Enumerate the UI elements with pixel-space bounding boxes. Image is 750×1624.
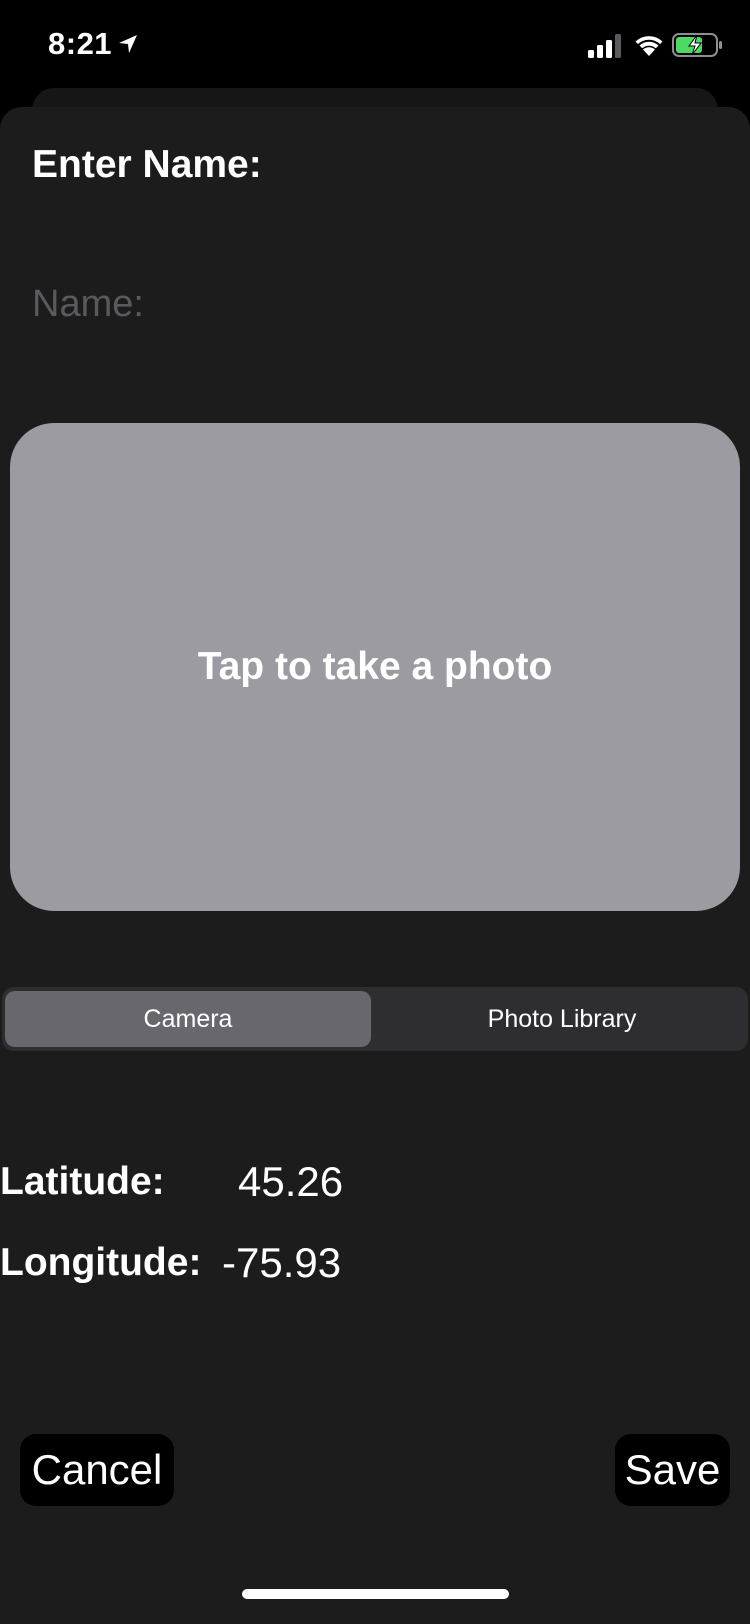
modal-sheet: Enter Name: Tap to take a photo Camera P…	[0, 107, 750, 1624]
longitude-label: Longitude:	[0, 1241, 202, 1284]
photo-source-segmented-control: Camera Photo Library	[2, 987, 748, 1051]
name-input[interactable]	[32, 277, 722, 331]
segment-photo-library[interactable]: Photo Library	[379, 991, 745, 1047]
photo-capture-area[interactable]: Tap to take a photo	[10, 423, 740, 911]
wifi-icon	[635, 36, 663, 56]
longitude-value: -75.93	[222, 1239, 342, 1286]
segment-camera[interactable]: Camera	[5, 991, 371, 1047]
location-arrow-icon	[119, 35, 137, 53]
status-bar: 8:21	[0, 0, 750, 88]
cancel-button[interactable]: Cancel	[20, 1434, 174, 1506]
enter-name-title: Enter Name:	[32, 143, 262, 186]
battery-charging-icon	[672, 33, 722, 57]
home-indicator[interactable]	[242, 1589, 509, 1599]
status-time: 8:21	[48, 26, 113, 61]
cellular-signal-icon	[588, 34, 621, 58]
latitude-label: Latitude:	[0, 1160, 165, 1203]
save-button[interactable]: Save	[615, 1434, 730, 1506]
latitude-value: 45.26	[238, 1158, 344, 1205]
photo-prompt-label: Tap to take a photo	[197, 645, 553, 688]
